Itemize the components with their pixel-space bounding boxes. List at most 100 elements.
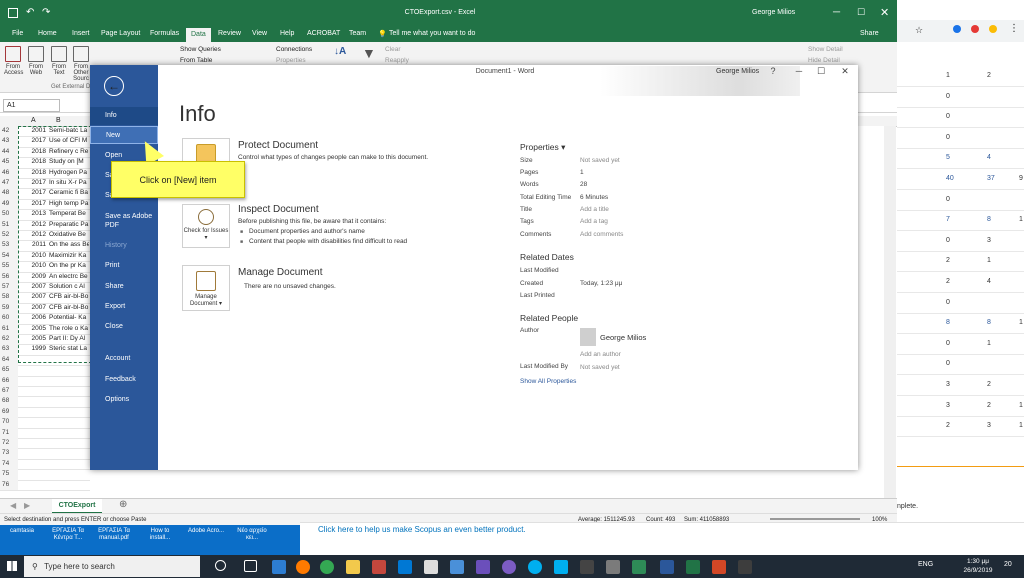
taskbar-clock[interactable]: 1:30 μμ 26/9/2019 [958, 557, 998, 575]
viber-icon[interactable] [502, 560, 516, 574]
sidebar-item-save-as-adobe-pdf[interactable]: Save as Adobe PDF [90, 211, 158, 229]
row-number[interactable]: 51 [0, 219, 18, 230]
chrome-icon[interactable] [989, 25, 997, 33]
undo-icon[interactable]: ↶ [26, 7, 34, 18]
tab-home[interactable]: Home [38, 30, 57, 37]
maximize-icon[interactable]: ☐ [857, 7, 865, 18]
photos-icon[interactable] [450, 560, 464, 574]
back-arrow-icon[interactable]: ← [104, 76, 124, 96]
row-number[interactable]: 71 [0, 427, 18, 438]
teams-icon[interactable] [476, 560, 490, 574]
column-header-a[interactable]: A [31, 117, 36, 124]
sidebar-item-print[interactable]: Print [90, 257, 158, 275]
file-explorer-icon[interactable] [346, 560, 360, 574]
start-button[interactable] [0, 555, 24, 578]
share-button[interactable]: Share [860, 30, 879, 37]
close-icon[interactable]: ✕ [880, 6, 889, 19]
row-number[interactable]: 58 [0, 292, 18, 303]
prop-title-input[interactable]: Add a title [580, 206, 609, 213]
from-access-button[interactable]: From Access [4, 46, 23, 76]
excel-vertical-scrollbar[interactable] [884, 126, 896, 498]
chrome-taskbar-icon[interactable] [320, 560, 334, 574]
notification-count[interactable]: 20 [1004, 561, 1012, 568]
row-number[interactable]: 67 [0, 386, 18, 397]
taskbar-search-box[interactable]: ⚲ Type here to search [24, 556, 200, 577]
from-text-button[interactable]: From Text [50, 46, 68, 76]
skype-icon[interactable] [528, 560, 542, 574]
sheet-next-icon[interactable]: ▶ [24, 501, 30, 510]
bookmark-star-icon[interactable]: ☆ [915, 25, 923, 36]
row-number[interactable]: 49 [0, 198, 18, 210]
row-number[interactable]: 66 [0, 375, 18, 386]
row-number[interactable]: 60 [0, 313, 18, 324]
minimize-icon[interactable]: ─ [833, 7, 840, 18]
scopus-feedback-link[interactable]: Click here to help us make Scopus an eve… [318, 525, 526, 534]
row-number[interactable]: 68 [0, 396, 18, 407]
prop-comments-input[interactable]: Add comments [580, 231, 623, 238]
tab-view[interactable]: View [252, 30, 267, 37]
tab-data[interactable]: Data [186, 28, 211, 42]
row-number[interactable]: 74 [0, 458, 18, 470]
tell-me-search[interactable]: Tell me what you want to do [389, 30, 475, 37]
row-number[interactable]: 62 [0, 334, 18, 345]
app-dark-icon[interactable] [738, 560, 752, 574]
row-number[interactable]: 55 [0, 261, 18, 272]
sidebar-item-feedback[interactable]: Feedback [90, 371, 158, 389]
row-number[interactable]: 53 [0, 240, 18, 251]
desktop-shortcut[interactable]: ΕΡΓΑΣΙΑ Τα Κέντρα Τ... [48, 528, 88, 542]
show-detail-button[interactable]: Show Detail [808, 46, 843, 53]
sidebar-item-info[interactable]: Info [90, 107, 158, 125]
prop-tags-input[interactable]: Add a tag [580, 218, 608, 225]
redo-icon[interactable]: ↷ [42, 7, 50, 18]
powerpoint-taskbar-icon[interactable] [712, 560, 726, 574]
tab-file[interactable]: File [12, 30, 23, 37]
reapply-filter-button[interactable]: Reapply [385, 57, 409, 64]
tab-page-layout[interactable]: Page Layout [101, 30, 140, 37]
desktop-shortcut[interactable]: Νέο αρχείο κει... [232, 528, 272, 542]
row-number[interactable]: 45 [0, 157, 18, 168]
row-number[interactable]: 63 [0, 344, 18, 355]
author-name[interactable]: George Milios [600, 333, 646, 342]
mail-icon[interactable] [424, 560, 438, 574]
sheet-prev-icon[interactable]: ◀ [10, 501, 16, 510]
row-number[interactable]: 43 [0, 136, 18, 147]
edge-icon[interactable] [272, 560, 286, 574]
calculator-icon[interactable] [606, 560, 620, 574]
word-minimize-icon[interactable]: ─ [792, 66, 806, 76]
word-user-name[interactable]: George Milios [716, 68, 759, 75]
add-sheet-icon[interactable]: ⊕ [119, 499, 127, 510]
properties-header[interactable]: Properties ▾ [520, 142, 565, 153]
table-row[interactable]: 76 [0, 479, 90, 491]
help-button[interactable]: ? [766, 66, 780, 76]
firefox-icon[interactable] [296, 560, 310, 574]
menu-icon[interactable]: ⋮ [1009, 23, 1019, 34]
app-icon[interactable] [372, 560, 386, 574]
row-number[interactable]: 69 [0, 406, 18, 418]
zoom-slider[interactable] [770, 518, 860, 520]
app-green-icon[interactable] [632, 560, 646, 574]
row-number[interactable]: 59 [0, 302, 18, 314]
from-other-sources-button[interactable]: From Other Sourc [72, 46, 90, 82]
desktop-shortcut[interactable]: Adobe Acro... [186, 528, 226, 535]
row-number[interactable]: 72 [0, 438, 18, 449]
desktop-shortcut[interactable]: camtasia [2, 528, 42, 535]
tab-insert[interactable]: Insert [72, 30, 90, 37]
row-number[interactable]: 48 [0, 188, 18, 199]
word-maximize-icon[interactable]: ☐ [814, 66, 828, 77]
row-number[interactable]: 64 [0, 354, 18, 366]
from-web-button[interactable]: From Web [27, 46, 45, 76]
manage-document-button[interactable]: Manage Document ▾ [182, 265, 230, 311]
row-number[interactable]: 44 [0, 146, 18, 158]
row-number[interactable]: 52 [0, 230, 18, 241]
media-icon[interactable] [580, 560, 594, 574]
word-close-icon[interactable]: ✕ [838, 66, 852, 77]
task-view-icon[interactable] [244, 560, 257, 572]
column-header-b[interactable]: B [56, 117, 61, 124]
row-number[interactable]: 54 [0, 250, 18, 262]
check-for-issues-button[interactable]: Check for Issues ▾ [182, 204, 230, 248]
tab-review[interactable]: Review [218, 30, 241, 37]
name-box[interactable]: A1 [3, 99, 60, 112]
excel-taskbar-icon[interactable] [686, 560, 700, 574]
row-number[interactable]: 46 [0, 167, 18, 178]
tab-acrobat[interactable]: ACROBAT [307, 30, 340, 37]
